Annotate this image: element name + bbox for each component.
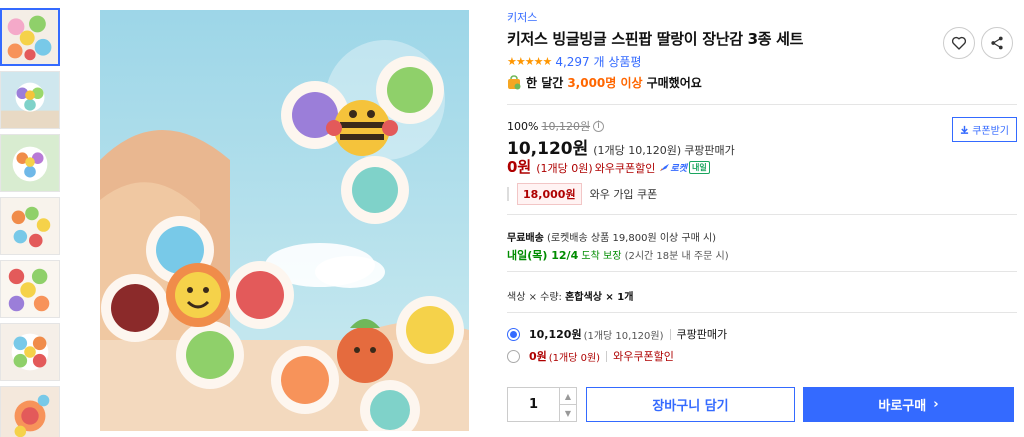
bought-prefix: 한 달간: [526, 76, 564, 90]
quantity-down-button[interactable]: ▼: [560, 405, 576, 421]
radio-unselected[interactable]: [507, 349, 520, 363]
wishlist-button[interactable]: [943, 27, 975, 59]
separator: [606, 350, 608, 362]
bought-suffix: 구매했어요: [646, 76, 702, 90]
divider: [507, 271, 1017, 272]
price-option-2[interactable]: 0원 (1개당 0원) 와우쿠폰할인: [507, 348, 674, 364]
rocket-badge: 로켓 내일: [659, 161, 710, 174]
price-option-per: (1개당 10,120원): [583, 330, 664, 342]
thumbnail-2[interactable]: [0, 71, 60, 129]
chevron-right-icon: ›: [933, 397, 939, 412]
product-main-image: [100, 10, 469, 431]
rating[interactable]: ★★★★★ 4,297 개 상품평: [507, 53, 641, 70]
heart-icon: [951, 36, 967, 50]
original-price: 10,120원: [541, 120, 591, 133]
quantity-stepper[interactable]: 1 ▲ ▼: [507, 387, 577, 422]
rocket-icon: [660, 163, 670, 172]
brand-link[interactable]: 키저스: [507, 9, 537, 25]
wow-coupon-label: 와우 가입 쿠폰: [589, 188, 658, 201]
star-rating: ★★★★★: [507, 55, 552, 68]
wow-bar: [507, 187, 509, 201]
discount-row: 100% 10,120원 i: [507, 118, 605, 134]
download-icon: [961, 125, 969, 134]
price-option-label: 와우쿠폰할인: [613, 350, 674, 363]
price-option-price: 0원: [529, 350, 547, 363]
quantity-up-button[interactable]: ▲: [560, 388, 576, 405]
divider: [507, 312, 1017, 313]
thumbnail-6[interactable]: [0, 323, 60, 381]
rocket-tomorrow-badge: 내일: [688, 161, 710, 174]
add-to-cart-button[interactable]: 장바구니 담기: [586, 387, 795, 422]
thumbnail-1[interactable]: [0, 8, 60, 66]
product-info: 키저스 키저스 빙글빙글 스핀팝 딸랑이 장난감 3종 세트 ★★★★★ 4,2…: [507, 0, 1017, 437]
shopping-bag-icon: [508, 75, 521, 90]
price-option-per: (1개당 0원): [548, 352, 601, 364]
thumbnail-list: [0, 8, 62, 437]
price-option-label: 쿠팡판매가: [676, 328, 728, 341]
free-shipping-label: 무료배송: [507, 233, 544, 244]
thumbnail-7[interactable]: [0, 386, 60, 437]
price-option-price: 10,120원: [529, 328, 582, 341]
separator: [669, 328, 671, 340]
info-icon[interactable]: i: [593, 120, 605, 132]
review-count-link[interactable]: 4,297 개 상품평: [555, 53, 641, 70]
wow-coupon-row: 18,000원 와우 가입 쿠폰: [507, 183, 657, 205]
coupon-discount-label: 와우쿠폰할인: [594, 162, 656, 175]
thumbnail-5[interactable]: [0, 260, 60, 318]
purchase-count: 한 달간 3,000명 이상 구매했어요: [507, 74, 702, 91]
arrival-date: 내일(목) 12/4: [507, 249, 579, 262]
share-button[interactable]: [981, 27, 1013, 59]
wow-coupon-price[interactable]: 18,000원: [517, 183, 582, 205]
coupon-download-button[interactable]: 쿠폰받기: [952, 117, 1017, 142]
coupon-per-unit: (1개당 0원): [536, 162, 593, 175]
coupon-price-row: 0원 (1개당 0원) 와우쿠폰할인 로켓 내일: [507, 156, 710, 177]
rocket-label: 로켓: [670, 164, 687, 174]
divider: [507, 214, 1017, 215]
selected-option: 색상 × 수량: 혼합색상 × 1개: [507, 288, 633, 303]
thumbnail-4[interactable]: [0, 197, 60, 255]
discount-rate: 100%: [507, 119, 539, 133]
option-value: 혼합색상 × 1개: [565, 292, 634, 303]
buy-now-label: 바로구매: [878, 399, 927, 414]
free-shipping-row: 무료배송 (로켓배송 상품 19,800원 이상 구매 시): [507, 229, 716, 244]
arrival-detail: (2시간 18분 내 주문 시): [624, 251, 729, 262]
thumbnail-3[interactable]: [0, 134, 60, 192]
arrival-label: 도착 보장: [581, 251, 622, 262]
free-shipping-detail: (로켓배송 상품 19,800원 이상 구매 시): [547, 233, 717, 244]
share-icon: [991, 36, 1003, 50]
option-label: 색상 × 수량:: [507, 292, 562, 303]
coupon-button-label: 쿠폰받기: [972, 126, 1009, 137]
quantity-input[interactable]: 1: [508, 388, 560, 421]
product-title: 키저스 빙글빙글 스핀팝 딸랑이 장난감 3종 세트: [507, 30, 804, 48]
buy-now-button[interactable]: 바로구매 ›: [803, 387, 1014, 422]
radio-selected[interactable]: [507, 327, 520, 341]
price-option-1[interactable]: 10,120원 (1개당 10,120원) 쿠팡판매가: [507, 326, 727, 342]
arrival-row: 내일(목) 12/4 도착 보장 (2시간 18분 내 주문 시): [507, 247, 729, 263]
coupon-price: 0원: [507, 158, 532, 176]
bought-count: 3,000명 이상: [567, 76, 643, 90]
divider: [507, 104, 1017, 105]
quantity-controls: ▲ ▼: [560, 388, 576, 421]
